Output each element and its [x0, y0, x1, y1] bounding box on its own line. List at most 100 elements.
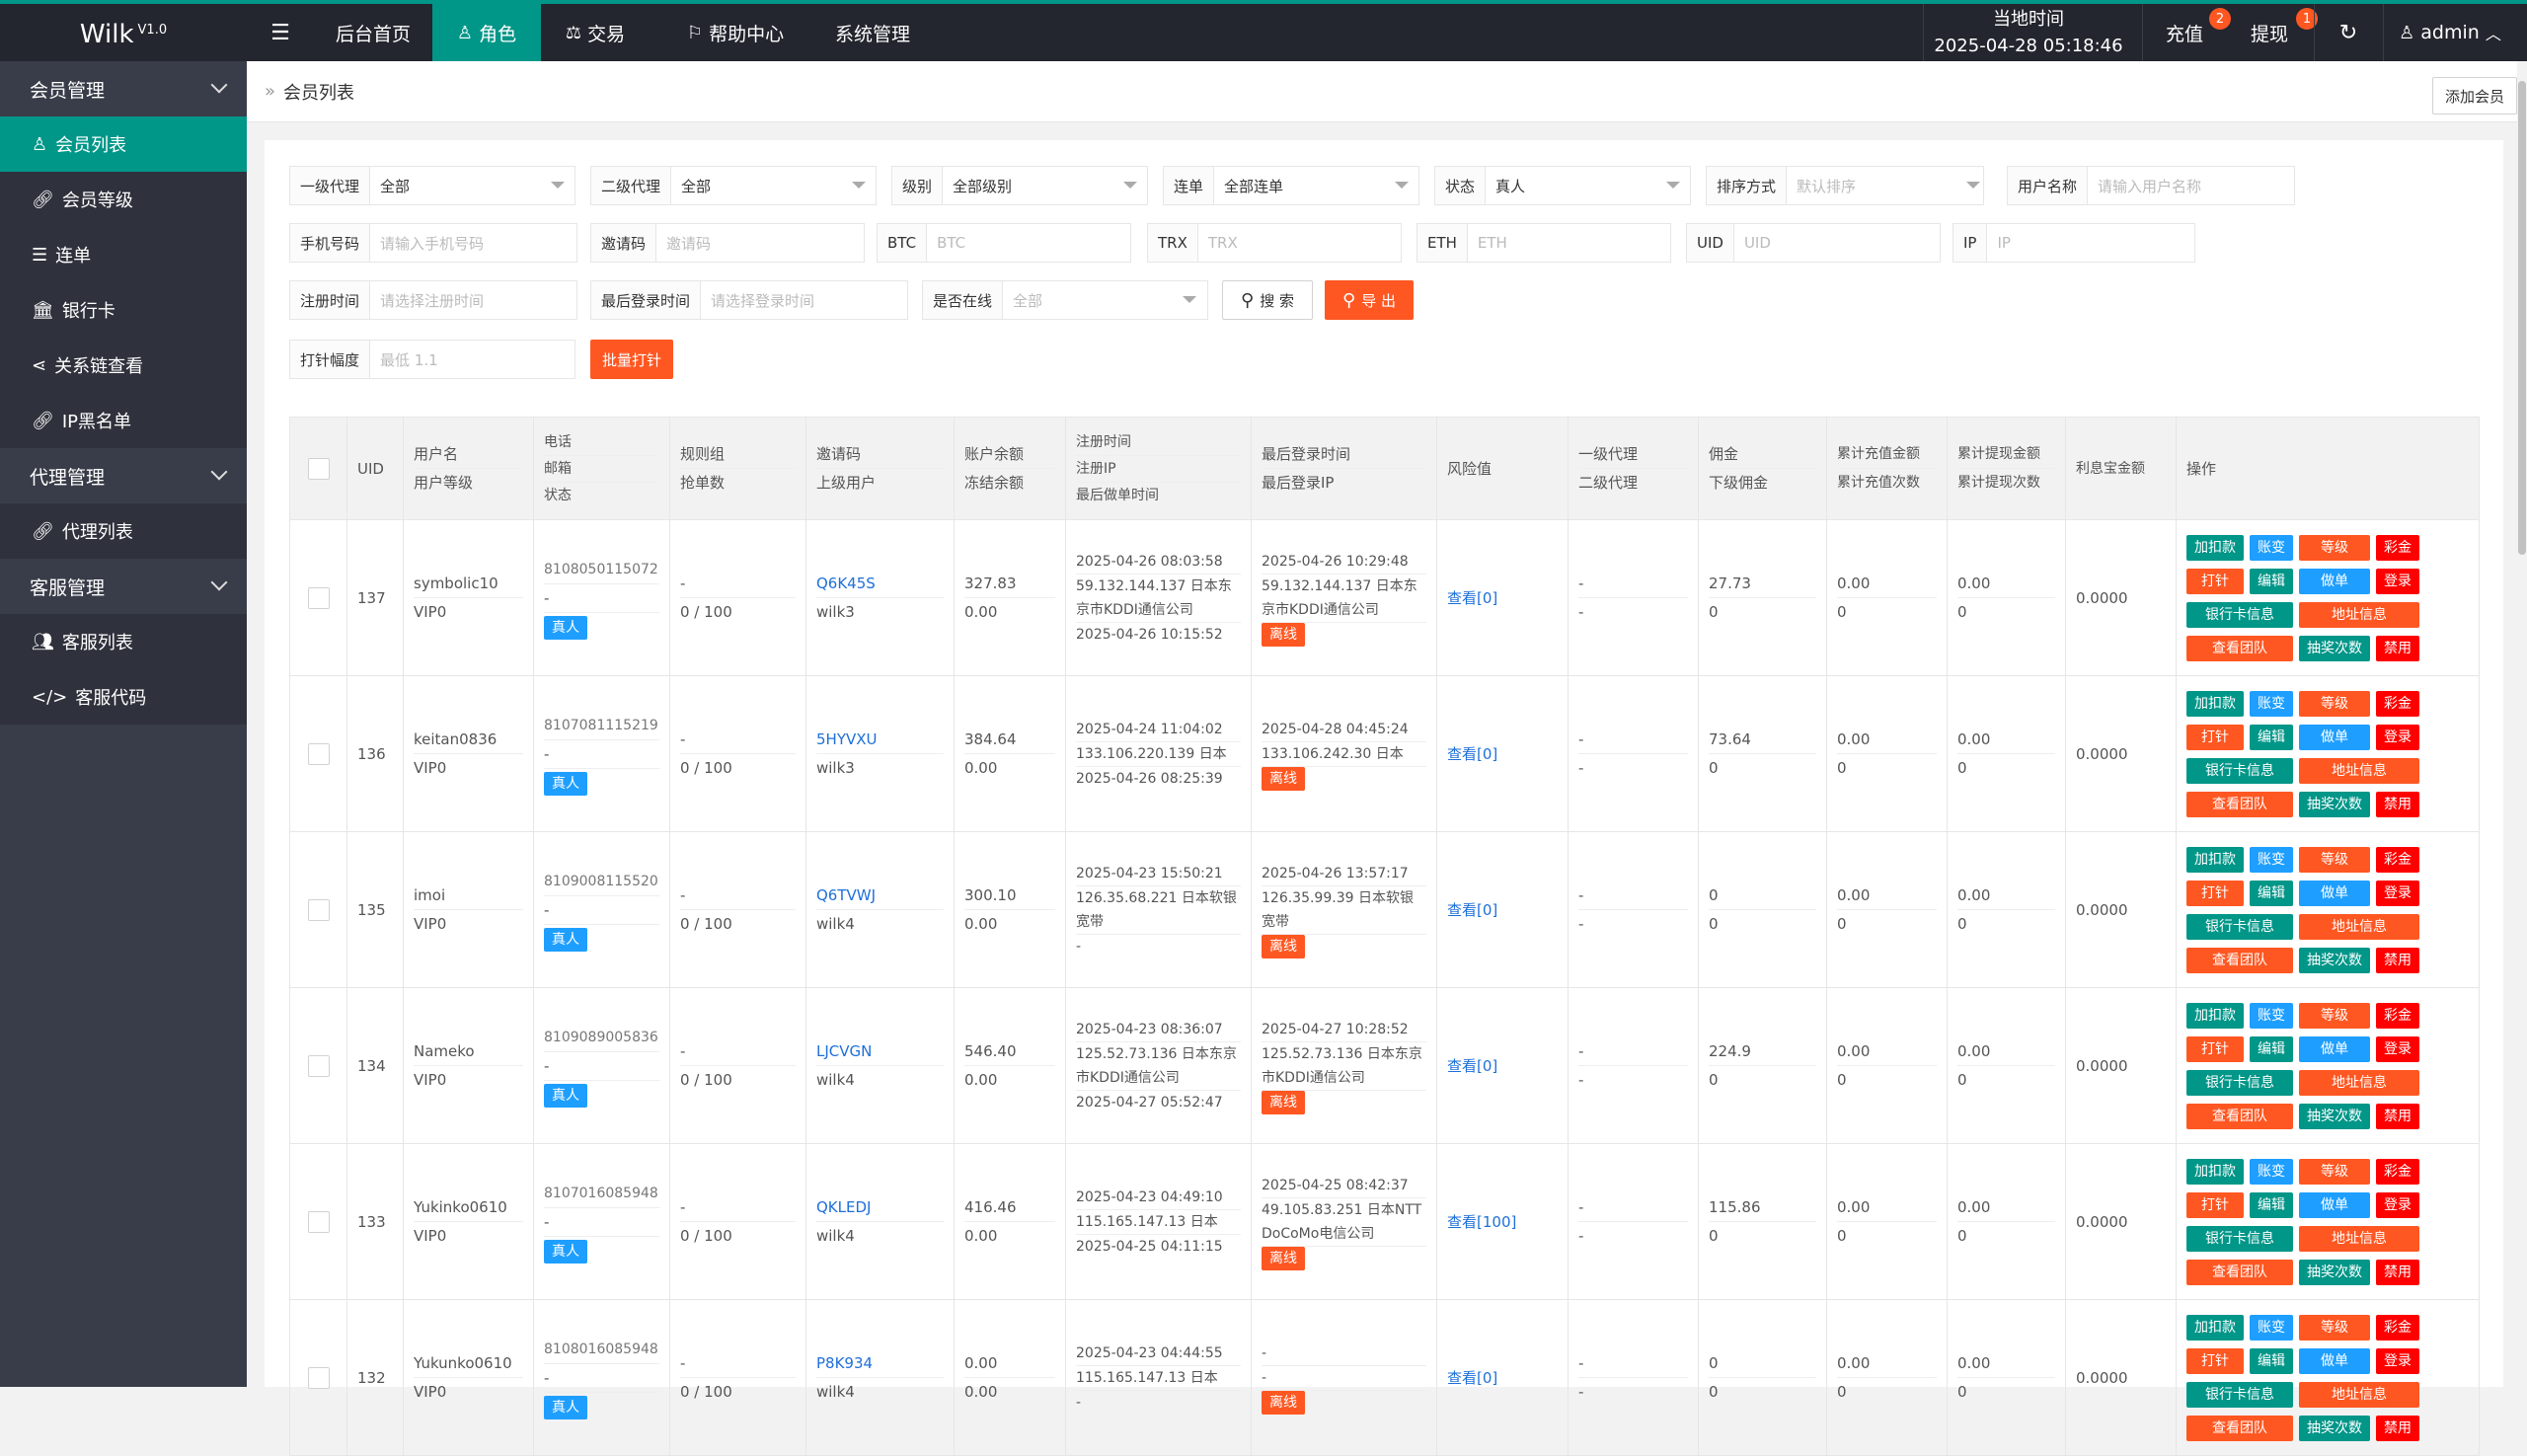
action-button[interactable]: 账变 — [2250, 1314, 2293, 1341]
action-button[interactable]: 银行卡信息 — [2186, 601, 2293, 628]
action-button[interactable]: 银行卡信息 — [2186, 1381, 2293, 1408]
action-button[interactable]: 抽奖次数 — [2299, 947, 2370, 973]
action-button[interactable]: 打针 — [2186, 724, 2244, 750]
sidebar-group-member[interactable]: 会员管理 — [0, 61, 247, 116]
action-button[interactable]: 加扣款 — [2186, 1158, 2244, 1185]
action-button[interactable]: 登录 — [2376, 1035, 2419, 1062]
batch-inject-button[interactable]: 批量打针 — [590, 340, 673, 379]
action-button[interactable]: 加扣款 — [2186, 1002, 2244, 1029]
action-button[interactable]: 登录 — [2376, 1347, 2419, 1374]
sidebar-item-agent-list[interactable]: 🔗︎ 代理列表 — [0, 503, 247, 559]
action-button[interactable]: 彩金 — [2376, 1158, 2419, 1185]
action-button[interactable]: 打针 — [2186, 1191, 2244, 1218]
action-button[interactable]: 等级 — [2299, 846, 2370, 873]
sidebar-group-agent[interactable]: 代理管理 — [0, 448, 247, 503]
filter-status[interactable]: 状态 真人 — [1434, 166, 1691, 205]
action-button[interactable]: 打针 — [2186, 568, 2244, 594]
row-checkbox[interactable] — [307, 586, 330, 609]
action-button[interactable]: 彩金 — [2376, 690, 2419, 717]
filter-input[interactable]: 请选择登录时间 — [701, 281, 907, 319]
action-button[interactable]: 做单 — [2299, 568, 2370, 594]
filter-value[interactable]: 真人 — [1486, 167, 1690, 204]
action-button[interactable]: 等级 — [2299, 1002, 2370, 1029]
sidebar-item-service-list[interactable]: 👥︎ 客服列表 — [0, 614, 247, 669]
action-button[interactable]: 编辑 — [2250, 1191, 2293, 1218]
action-button[interactable]: 彩金 — [2376, 846, 2419, 873]
filter-logintime[interactable]: 最后登录时间 请选择登录时间 — [590, 280, 908, 320]
action-button[interactable]: 做单 — [2299, 724, 2370, 750]
filter-btc[interactable]: BTC BTC — [877, 223, 1131, 263]
sidebar-item-chain[interactable]: ☰ 连单 — [0, 227, 247, 282]
action-button[interactable]: 编辑 — [2250, 1035, 2293, 1062]
filter-input[interactable]: 最低 1.1 — [370, 341, 574, 378]
filter-uid[interactable]: UID UID — [1686, 223, 1941, 263]
action-button[interactable]: 禁用 — [2376, 947, 2419, 973]
invite-code-link[interactable]: 5HYVXU — [816, 726, 944, 754]
filter-ip[interactable]: IP IP — [1953, 223, 2195, 263]
action-button[interactable]: 抽奖次数 — [2299, 1259, 2370, 1285]
select-all-checkbox[interactable] — [307, 457, 330, 480]
filter-value[interactable]: 全部连单 — [1214, 167, 1418, 204]
action-button[interactable]: 彩金 — [2376, 1002, 2419, 1029]
app-logo[interactable]: Wilk V1.0 — [0, 8, 247, 61]
risk-link[interactable]: 查看[0] — [1447, 589, 1497, 607]
action-button[interactable]: 账变 — [2250, 534, 2293, 561]
filter-agent1[interactable]: 一级代理 全部 — [289, 166, 575, 205]
action-button[interactable]: 查看团队 — [2186, 791, 2293, 817]
sidebar-item-relation[interactable]: ⋖ 关系链查看 — [0, 338, 247, 393]
filter-input[interactable]: 请选择注册时间 — [370, 281, 576, 319]
user-menu[interactable]: ♙ admin ︿ — [2383, 4, 2517, 61]
action-button[interactable]: 等级 — [2299, 1314, 2370, 1341]
sidebar-group-service[interactable]: 客服管理 — [0, 559, 247, 614]
action-button[interactable]: 抽奖次数 — [2299, 635, 2370, 661]
invite-code-link[interactable]: P8K934 — [816, 1349, 944, 1378]
filter-username[interactable]: 用户名称 请输入用户名称 — [2007, 166, 2295, 205]
sidebar-item-ip-blacklist[interactable]: 🔗︎ IP黑名单 — [0, 393, 247, 448]
nav-system[interactable]: 系统管理 — [809, 4, 936, 61]
filter-input[interactable]: TRX — [1198, 224, 1401, 262]
action-button[interactable]: 等级 — [2299, 1158, 2370, 1185]
action-button[interactable]: 打针 — [2186, 880, 2244, 906]
action-button[interactable]: 编辑 — [2250, 1347, 2293, 1374]
breadcrumb-current[interactable]: 会员列表 — [283, 79, 354, 105]
filter-regtime[interactable]: 注册时间 请选择注册时间 — [289, 280, 577, 320]
filter-value[interactable]: 全部 — [370, 167, 574, 204]
risk-link[interactable]: 查看[0] — [1447, 1057, 1497, 1075]
action-button[interactable]: 银行卡信息 — [2186, 1069, 2293, 1096]
filter-value[interactable]: 全部级别 — [943, 167, 1147, 204]
action-button[interactable]: 银行卡信息 — [2186, 913, 2293, 940]
invite-code-link[interactable]: QKLEDJ — [816, 1193, 944, 1222]
sidebar-item-member-level[interactable]: 🔗︎ 会员等级 — [0, 172, 247, 227]
action-button[interactable]: 账变 — [2250, 1158, 2293, 1185]
action-button[interactable]: 等级 — [2299, 690, 2370, 717]
filter-eth[interactable]: ETH ETH — [1417, 223, 1671, 263]
action-button[interactable]: 地址信息 — [2299, 1381, 2419, 1408]
action-button[interactable]: 银行卡信息 — [2186, 1225, 2293, 1252]
invite-code-link[interactable]: Q6K45S — [816, 570, 944, 598]
action-button[interactable]: 登录 — [2376, 724, 2419, 750]
action-button[interactable]: 做单 — [2299, 1347, 2370, 1374]
row-checkbox[interactable] — [307, 1054, 330, 1077]
sidebar-item-member-list[interactable]: ♙ 会员列表 — [0, 116, 247, 172]
action-button[interactable]: 地址信息 — [2299, 757, 2419, 784]
refresh-icon[interactable]: ↻ — [2314, 4, 2383, 61]
nav-trade[interactable]: ⚖ 交易 — [541, 4, 650, 61]
action-button[interactable]: 禁用 — [2376, 1415, 2419, 1441]
filter-input[interactable]: BTC — [927, 224, 1130, 262]
action-button[interactable]: 账变 — [2250, 690, 2293, 717]
invite-code-link[interactable]: LJCVGN — [816, 1037, 944, 1066]
action-button[interactable]: 做单 — [2299, 880, 2370, 906]
filter-input[interactable]: 请输入用户名称 — [2088, 167, 2294, 204]
filter-value[interactable]: 全部 — [671, 167, 876, 204]
action-button[interactable]: 银行卡信息 — [2186, 757, 2293, 784]
action-button[interactable]: 加扣款 — [2186, 1314, 2244, 1341]
nav-help[interactable]: ⚐ 帮助中心 — [661, 4, 809, 61]
action-button[interactable]: 编辑 — [2250, 880, 2293, 906]
search-button[interactable]: ⚲ 搜 索 — [1222, 280, 1313, 320]
action-button[interactable]: 编辑 — [2250, 724, 2293, 750]
action-button[interactable]: 加扣款 — [2186, 690, 2244, 717]
filter-input[interactable]: ETH — [1468, 224, 1670, 262]
row-checkbox[interactable] — [307, 1210, 330, 1233]
action-button[interactable]: 抽奖次数 — [2299, 1415, 2370, 1441]
nav-role[interactable]: ♙ 角色 — [432, 4, 541, 61]
